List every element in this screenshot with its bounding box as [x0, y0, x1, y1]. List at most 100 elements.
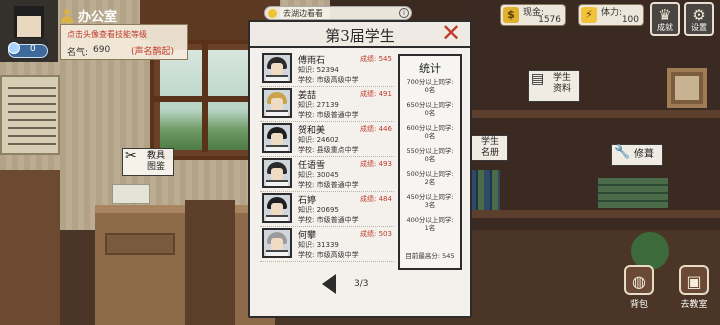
location-label: 办公室 [78, 10, 118, 25]
student-row[interactable]: 贺和美 成绩: 446 知识: 24602 学校: 县级重点中学 [260, 122, 394, 157]
lightning-icon: ⚡ [581, 7, 597, 23]
student-row[interactable]: 姜喆 成绩: 491 知识: 27139 学校: 市级普通中学 [260, 87, 394, 122]
fame-title: (声名鹊起) [131, 47, 175, 57]
student-school: 学校: 市级普通中学 [298, 110, 359, 120]
money-icon: $ [503, 7, 519, 23]
level-value: 0 [30, 44, 36, 54]
repair-button[interactable]: 🔧 修葺 [611, 144, 663, 166]
go-to-classroom-button[interactable]: ▣ 去教室 [672, 265, 716, 311]
student-list: 傅雨石 成绩: 545 知识: 52394 学校: 市级高级中学 姜喆 成绩: 491 知识… [260, 52, 394, 262]
stat-threshold: 500分以上同学: [406, 170, 454, 178]
school-value: 市级高级中学 [316, 76, 359, 84]
fame-value: 690 [93, 45, 111, 55]
score-value: 503 [378, 230, 392, 238]
stat-threshold: 450分以上同学: [406, 193, 454, 201]
knowledge-prefix: 知识: [298, 66, 315, 74]
student-score: 成绩: 446 [360, 124, 392, 134]
previous-page-button[interactable] [322, 274, 336, 294]
achievements-button[interactable]: ♛ 成就 [650, 2, 680, 36]
settings-label: 设置 [691, 23, 707, 32]
school-prefix: 学校: [298, 146, 315, 154]
stat-threshold: 700分以上同学: [406, 78, 454, 86]
school-prefix: 学校: [298, 76, 315, 84]
lightbulb-icon [8, 42, 20, 54]
bag-icon: ◍ [624, 265, 654, 295]
school-prefix: 学校: [298, 251, 315, 259]
knowledge-prefix: 知识: [298, 136, 315, 144]
knowledge-prefix: 知识: [298, 206, 315, 214]
top-score-label: 目前最高分: [405, 252, 441, 260]
student-score: 成绩: 491 [360, 89, 392, 99]
close-icon[interactable]: ✕ [438, 20, 464, 46]
student-info-button[interactable]: ▤ 学生资料 [528, 70, 580, 102]
score-prefix: 成绩: [360, 160, 377, 168]
school-value: 市级高级中学 [316, 251, 359, 259]
student-roster-label: 学生名册 [481, 137, 500, 158]
school-prefix: 学校: [298, 181, 315, 189]
shelf-plank [460, 210, 720, 218]
stat-count: 1名 [424, 224, 436, 232]
dialog-header: 第3届学生 [250, 22, 470, 48]
wrench-icon: 🔧 [614, 145, 631, 160]
backpack-button[interactable]: ◍ 背包 [620, 265, 658, 311]
avatar-face [14, 6, 44, 40]
student-school: 学校: 市级高级中学 [298, 75, 359, 85]
door-icon: ▣ [679, 265, 709, 295]
student-row[interactable]: 任语雪 成绩: 493 知识: 30045 学校: 市级普通中学 [260, 157, 394, 192]
paper-stack [112, 184, 150, 204]
student-score: 成绩: 484 [360, 194, 392, 204]
portrait-face [271, 203, 283, 215]
score-prefix: 成绩: [360, 230, 377, 238]
portrait-face [271, 133, 283, 145]
player-info-panel[interactable]: 点击头像查看技能等级 名气: 690 (声名鹊起) [60, 24, 188, 60]
settings-button[interactable]: ⚙ 设置 [684, 2, 714, 36]
student-row[interactable]: 石婷 成绩: 484 知识: 20695 学校: 市级普通中学 [260, 192, 394, 227]
teaching-aids-button[interactable]: ✂ 教具图鉴 [122, 148, 174, 176]
photo-frame[interactable] [667, 68, 707, 108]
statistics-rows: 700分以上同学: 0名 650分以上同学: 0名 600分以上同学: 0名 550分以上同… [400, 78, 460, 239]
document-icon: ▤ [531, 71, 545, 87]
knowledge-value: 52394 [316, 66, 339, 74]
chair [0, 170, 60, 325]
fame-label: 名气: [67, 48, 89, 58]
portrait-face [271, 63, 283, 75]
student-list-dialog: 第3届学生 ✕ 傅雨石 成绩: 545 知识: 52394 学校: 市级高级中学 姜喆成… [248, 20, 472, 318]
stat-count: 3名 [424, 201, 436, 209]
knowledge-prefix: 知识: [298, 241, 315, 249]
avatar-hint: 点击头像查看技能等级 [67, 30, 147, 39]
school-prefix: 学校: [298, 111, 315, 119]
info-icon[interactable]: i [399, 8, 409, 18]
statistics-row: 600分以上同学: 0名 [400, 124, 460, 147]
student-row[interactable]: 傅雨石 成绩: 545 知识: 52394 学校: 市级高级中学 [260, 52, 394, 87]
location-title: 办公室 [60, 6, 117, 25]
score-prefix: 成绩: [360, 55, 377, 63]
knowledge-value: 31339 [316, 241, 339, 249]
poster-text-lines [8, 87, 56, 147]
student-school: 学校: 市级普通中学 [298, 215, 359, 225]
portrait-shirt [266, 75, 288, 81]
desk-drawer [105, 233, 175, 255]
statistics-title: 统计 [419, 62, 441, 75]
teaching-aids-label: 教具图鉴 [147, 151, 166, 172]
school-value: 市级普通中学 [316, 181, 359, 189]
stat-count: 0名 [424, 155, 436, 163]
wall-poster [0, 75, 60, 155]
achievements-label: 成就 [657, 23, 673, 32]
student-school: 学校: 市级普通中学 [298, 180, 359, 190]
score-prefix: 成绩: [360, 90, 377, 98]
sun-icon [268, 9, 277, 18]
stat-threshold: 600分以上同学: [406, 124, 454, 132]
quest-banner[interactable]: 去湖边看看 i [264, 6, 412, 20]
books [470, 170, 500, 210]
stat-count: 0名 [424, 132, 436, 140]
student-portrait [262, 88, 292, 118]
chair [185, 200, 235, 325]
backpack-label: 背包 [629, 300, 648, 310]
portrait-shirt [266, 110, 288, 116]
stat-count: 0名 [424, 86, 436, 94]
avatar[interactable]: 0 [0, 0, 58, 62]
student-row[interactable]: 何攀 成绩: 503 知识: 31339 学校: 市级高级中学 [260, 227, 394, 262]
student-score: 成绩: 503 [360, 229, 392, 239]
student-portrait [262, 228, 292, 258]
school-value: 市级普通中学 [316, 216, 359, 224]
